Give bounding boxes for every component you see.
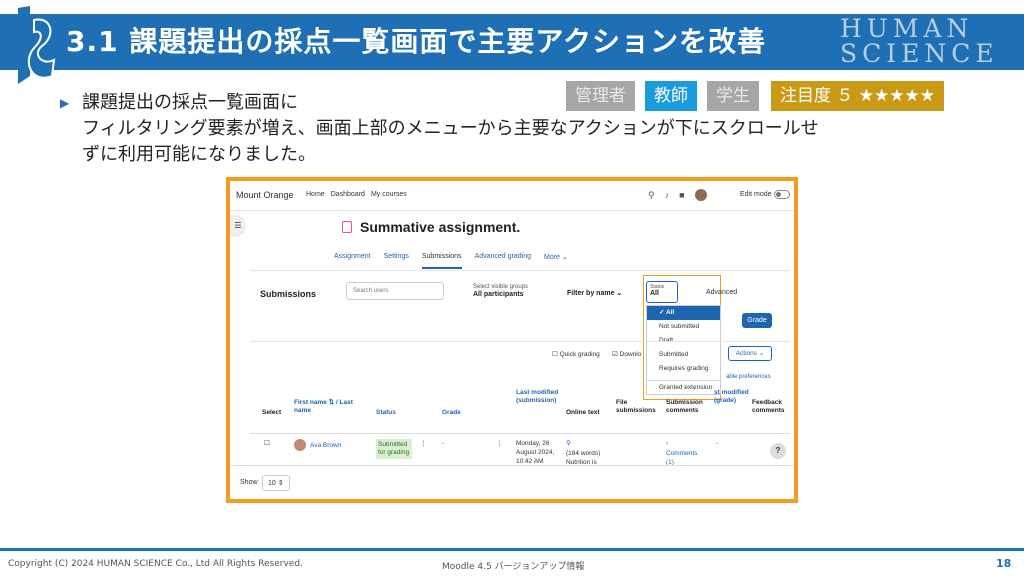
- moodle-screenshot: Mount Orange Home Dashboard My courses ⚲…: [226, 177, 798, 503]
- description: 課題提出の採点一覧画面に フィルタリング要素が増え、画面上部のメニューから主要な…: [82, 90, 819, 168]
- footer-rule: [0, 548, 1024, 551]
- description-line-1: 課題提出の採点一覧画面に: [82, 92, 298, 113]
- status-filter-value: All: [650, 290, 659, 297]
- grade-button[interactable]: Grade: [742, 313, 772, 328]
- download-checkbox[interactable]: ☑ Downlo: [612, 350, 641, 358]
- site-name[interactable]: Mount Orange: [236, 190, 294, 200]
- per-page-select[interactable]: 10 ⇕: [262, 475, 290, 491]
- col-grade[interactable]: Grade: [442, 409, 461, 417]
- col-file-submissions: File submissions: [616, 399, 656, 414]
- status-badge: Submitted for grading: [376, 439, 412, 459]
- tab-advanced-grading[interactable]: Advanced grading: [475, 253, 531, 269]
- tab-more[interactable]: More ⌄: [544, 253, 568, 269]
- copyright: Copyright (C) 2024 HUMAN SCIENCE Co., Lt…: [8, 559, 303, 569]
- footer-subject: Moodle 4.5 バージョンアップ情報: [442, 562, 585, 572]
- row-name[interactable]: Ava Brown: [310, 441, 341, 450]
- group-selector-label: Select visible groups: [473, 284, 529, 290]
- row-last-grade: -: [716, 440, 719, 447]
- help-icon[interactable]: ?: [770, 443, 786, 459]
- submissions-heading: Submissions: [260, 289, 317, 299]
- table-footer: [230, 465, 794, 499]
- page-number: 18: [996, 557, 1012, 570]
- row-avatar: [294, 439, 306, 451]
- row-menu-icon[interactable]: ⋮: [420, 439, 427, 448]
- company-logo-icon: [18, 6, 56, 84]
- assignment-icon: [342, 221, 352, 233]
- header-banner: 3.1 課題提出の採点一覧画面で主要アクションを改善 HUMAN SCIENCE: [0, 6, 1024, 84]
- advanced-filter-button[interactable]: Advanced: [706, 289, 737, 296]
- zoom-icon[interactable]: ⚲: [566, 439, 571, 448]
- edit-mode-label: Edit mode: [740, 191, 772, 198]
- search-icon[interactable]: ⚲: [648, 190, 655, 201]
- download-label: Downlo: [619, 351, 642, 358]
- assignment-title: Summative assignment.: [360, 219, 521, 235]
- col-feedback-comments: Feedback comments: [752, 399, 785, 414]
- table-row: [250, 433, 790, 434]
- row-grade: -: [442, 440, 445, 447]
- edit-mode-toggle[interactable]: [774, 190, 790, 199]
- course-index-drawer-icon[interactable]: ☰: [230, 215, 246, 237]
- nav-home[interactable]: Home: [306, 191, 325, 198]
- assignment-tabs: Assignment Settings Submissions Advanced…: [334, 253, 568, 269]
- col-submission-comments: Submission comments: [666, 399, 703, 414]
- chevron-right-icon[interactable]: ›: [666, 439, 668, 448]
- nav-links: Home Dashboard My courses: [306, 191, 407, 198]
- bullet-icon: ▶: [60, 96, 70, 110]
- status-option-all[interactable]: ✓ All: [647, 306, 720, 320]
- row-select-checkbox[interactable]: ☐: [264, 439, 270, 448]
- group-selector[interactable]: Select visible groups All participants: [473, 284, 528, 298]
- quick-grading-label: Quick grading: [559, 351, 600, 358]
- brand-line-2: SCIENCE: [840, 39, 999, 68]
- col-first-name[interactable]: First name ⇅ / Last name: [294, 399, 368, 415]
- col-last-modified[interactable]: Last modified (submission): [516, 389, 562, 405]
- page-title: 3.1 課題提出の採点一覧画面で主要アクションを改善: [66, 25, 766, 58]
- status-option-not-submitted[interactable]: Not submitted: [647, 320, 720, 334]
- col-last-modified-grade[interactable]: st modified (grade): [714, 389, 750, 405]
- nav-dashboard[interactable]: Dashboard: [331, 191, 365, 198]
- quick-grading-checkbox[interactable]: ☐ Quick grading: [552, 350, 600, 358]
- search-users-input[interactable]: Search users: [346, 282, 444, 300]
- col-status[interactable]: Status: [376, 409, 396, 417]
- tab-settings[interactable]: Settings: [384, 253, 409, 269]
- tab-submissions[interactable]: Submissions: [421, 253, 462, 269]
- col-select: Select: [262, 409, 282, 416]
- tab-assignment[interactable]: Assignment: [334, 253, 371, 269]
- brand-line-1: HUMAN: [840, 14, 974, 43]
- moodle-navbar: Mount Orange Home Dashboard My courses ⚲…: [230, 181, 794, 211]
- table-preferences-link[interactable]: able preferences: [726, 374, 771, 380]
- nav-my-courses[interactable]: My courses: [371, 191, 407, 198]
- status-option-granted-extension[interactable]: Granted extension: [647, 380, 720, 394]
- description-line-2: フィルタリング要素が増え、画面上部のメニューから主要なアクションが下にスクロール…: [82, 118, 819, 139]
- bell-icon[interactable]: ♪: [665, 190, 670, 200]
- group-selector-value: All participants: [473, 291, 524, 298]
- row-last-modified: Monday, 26 August 2024, 10:42 AM: [516, 440, 555, 465]
- status-option-submitted[interactable]: Submitted: [647, 348, 720, 362]
- message-icon[interactable]: ■: [679, 190, 684, 200]
- brand-wordmark: HUMAN SCIENCE: [840, 16, 999, 66]
- status-filter-select[interactable]: Status All: [646, 281, 678, 303]
- show-label: Show: [240, 479, 258, 486]
- status-dropdown-menu: ✓ All Not submitted Draft Submitted Requ…: [646, 305, 721, 395]
- filter-by-name-button[interactable]: Filter by name ⌄: [567, 289, 622, 297]
- nav-icons: ⚲ ♪ ■: [648, 189, 707, 201]
- description-line-3: ずに利用可能になりました。: [82, 144, 316, 165]
- divider: [250, 270, 790, 271]
- status-option-requires-grading[interactable]: Requires grading: [647, 362, 720, 376]
- col-online-text: Online text: [566, 409, 600, 416]
- row-grade-menu-icon[interactable]: ⋮: [496, 439, 503, 448]
- divider: [250, 341, 790, 342]
- user-avatar[interactable]: [694, 189, 707, 201]
- actions-button[interactable]: Actions ⌄: [728, 346, 772, 361]
